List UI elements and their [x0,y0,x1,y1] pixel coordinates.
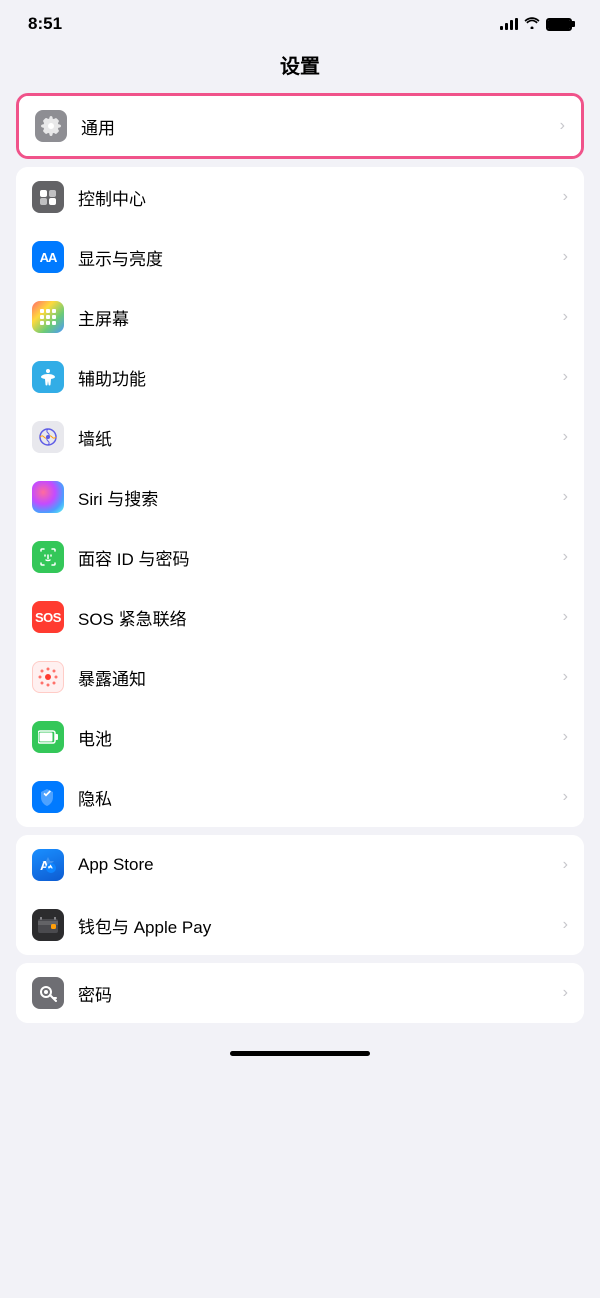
privacy-label: 隐私 [78,785,557,810]
chevron-icon: › [563,608,568,626]
status-bar: 8:51 [0,0,600,42]
chevron-icon: › [563,428,568,446]
chevron-icon: › [563,188,568,206]
sidebar-item-wallet[interactable]: 钱包与 Apple Pay › [16,895,584,955]
sidebar-item-sos[interactable]: SOS SOS 紧急联络 › [16,587,584,647]
privacy-icon [32,781,64,813]
sidebar-item-battery[interactable]: 电池 › [16,707,584,767]
sidebar-item-app-store[interactable]: A App Store › [16,835,584,895]
wallet-label: 钱包与 Apple Pay [78,913,557,938]
key-icon [32,977,64,1009]
chevron-icon: › [563,308,568,326]
password-section: 密码 › [16,963,584,1023]
battery-label: 电池 [78,725,557,750]
sidebar-item-passwords[interactable]: 密码 › [16,963,584,1023]
chevron-icon: › [563,856,568,874]
siri-icon [32,481,64,513]
sidebar-item-siri[interactable]: Siri 与搜索 › [16,467,584,527]
wallpaper-icon [32,421,64,453]
chevron-icon: › [563,668,568,686]
gear-icon [35,110,67,142]
chevron-icon: › [563,984,568,1002]
status-icons [500,16,572,32]
accessibility-label: 辅助功能 [78,365,557,390]
battery-settings-icon [32,721,64,753]
display-icon: AA [32,241,64,273]
general-section: 通用 › [16,93,584,159]
home-indicator [230,1051,370,1056]
chevron-icon: › [563,488,568,506]
exposure-label: 暴露通知 [78,665,557,690]
sidebar-item-general[interactable]: 通用 › [19,96,581,156]
accessibility-icon [32,361,64,393]
chevron-icon: › [563,788,568,806]
sidebar-item-privacy[interactable]: 隐私 › [16,767,584,827]
chevron-icon: › [563,728,568,746]
wifi-icon [524,16,540,32]
wallet-icon [32,909,64,941]
sos-label: SOS 紧急联络 [78,605,557,630]
page-title: 设置 [0,42,600,93]
sidebar-item-exposure[interactable]: 暴露通知 › [16,647,584,707]
chevron-icon: › [563,916,568,934]
exposure-icon [32,661,64,693]
chevron-icon: › [563,248,568,266]
store-section: A App Store › 钱包与 Apple Pay › [16,835,584,955]
sidebar-item-accessibility[interactable]: 辅助功能 › [16,347,584,407]
sidebar-item-display[interactable]: AA 显示与亮度 › [16,227,584,287]
face-id-icon [32,541,64,573]
passwords-label: 密码 [78,981,557,1006]
control-center-label: 控制中心 [78,185,557,210]
display-label: 显示与亮度 [78,245,557,270]
wallpaper-label: 墙纸 [78,425,557,450]
sidebar-item-face-id[interactable]: 面容 ID 与密码 › [16,527,584,587]
general-label: 通用 [81,114,554,139]
main-section: 控制中心 › AA 显示与亮度 › 主屏幕 › [16,167,584,827]
siri-label: Siri 与搜索 [78,485,557,510]
chevron-icon: › [560,117,565,135]
battery-icon [546,18,572,31]
sos-icon: SOS [32,601,64,633]
sidebar-item-wallpaper[interactable]: 墙纸 › [16,407,584,467]
signal-icon [500,18,518,30]
homescreen-icon [32,301,64,333]
status-time: 8:51 [28,14,62,34]
chevron-icon: › [563,368,568,386]
app-store-label: App Store [78,855,557,875]
chevron-icon: › [563,548,568,566]
toggle-icon [32,181,64,213]
sidebar-item-control-center[interactable]: 控制中心 › [16,167,584,227]
sidebar-item-home-screen[interactable]: 主屏幕 › [16,287,584,347]
appstore-icon: A [32,849,64,881]
face-id-label: 面容 ID 与密码 [78,545,557,570]
home-screen-label: 主屏幕 [78,305,557,330]
